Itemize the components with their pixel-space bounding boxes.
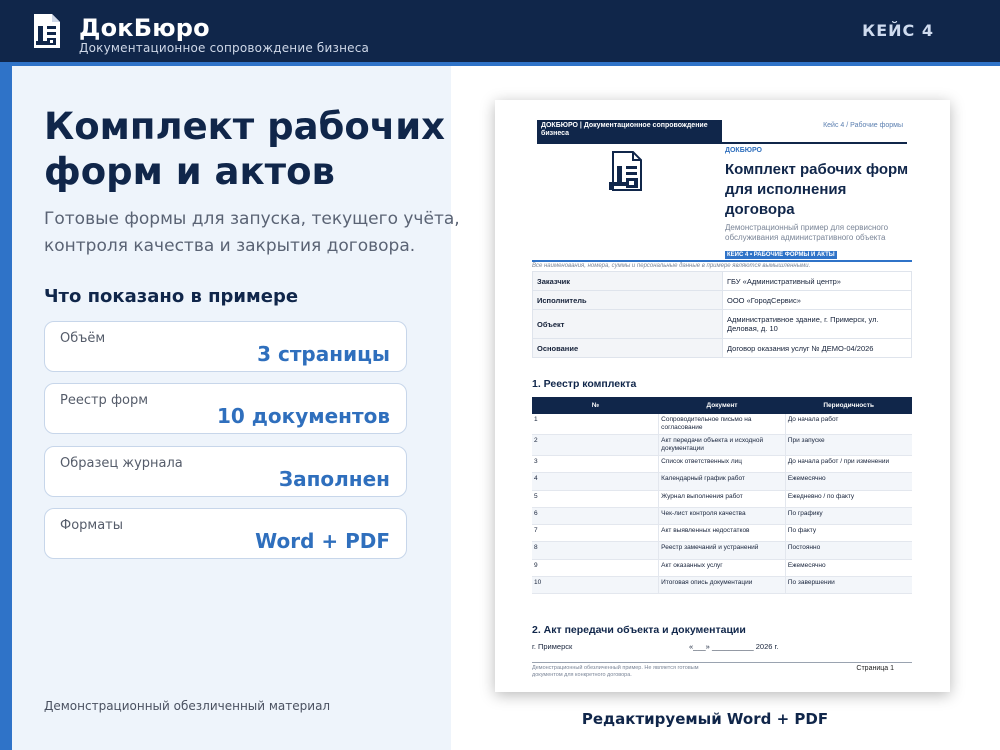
cell-period: По факту [784,524,912,543]
cell-period: До начала работ [784,414,912,435]
stat-card-registry: Реестр форм 10 документов [44,383,407,434]
column-header: Периодичность [785,397,912,414]
doc-logo-icon [609,151,642,191]
doc-footer-note: Демонстрационный обезличенный пример. Не… [532,665,699,678]
brand-tagline: Документационное сопровождение бизнеса [79,41,370,55]
info-value: Договор оказания услуг № ДЕМО-04/2026 [722,338,912,358]
doc-page-number: Страница 1 [856,665,894,672]
cell-number: 5 [532,490,659,508]
stat-value: 3 страницы [257,342,390,366]
top-bar: ДокБюро Документационное сопровождение б… [0,0,1000,62]
cell-number: 3 [532,455,659,474]
table-row: 1 Сопроводительное письмо на согласование… [532,414,912,435]
disclaimer: Демонстрационный обезличенный материал [44,699,331,713]
section-heading-registry: 1. Реестр комплекта [532,378,637,390]
cell-document: Итоговая опись документации [658,576,786,595]
cell-period: Ежедневно / по факту [784,490,912,508]
column-header: Документ [658,397,786,414]
doc-tag: КЕЙС 4 • РАБОЧИЕ ФОРМЫ И АКТЫ [725,251,837,259]
table-row: 3 Список ответственных лиц До начала работ… [532,455,912,474]
info-value: ГБУ «Административный центр» [722,271,912,291]
stat-card-journal: Образец журнала Заполнен [44,446,407,497]
stat-label: Образец журнала [60,456,183,471]
registry-table: № Документ Периодичность 1 Сопроводительн… [532,397,912,595]
info-value: Административное здание, г. Примерск, ул… [722,309,912,339]
cell-number: 7 [532,524,659,543]
info-key: Заказчик [532,271,723,291]
cell-number: 6 [532,507,659,526]
stat-value: Word + PDF [255,529,390,553]
cell-period: При запуске [784,434,912,456]
info-key: Объект [532,309,723,339]
table-row: 9 Акт оказанных услуг Ежемесячно [532,559,912,578]
stat-value: 10 документов [216,404,390,428]
table-row: 5 Журнал выполнения работ Ежедневно / по ф… [532,490,912,508]
brand-name: ДокБюро [79,14,210,42]
cell-number: 8 [532,541,659,560]
cell-period: До начала работ / при изменении [784,455,912,474]
doc-title: Комплект рабочих форм для исполнения дог… [725,161,909,218]
cell-number: 4 [532,472,659,491]
cell-document: Список ответственных лиц [658,455,786,474]
section-heading-act: 2. Акт передачи объекта и документации [532,624,746,636]
info-key: Основание [532,338,723,358]
cell-number: 10 [532,576,659,595]
info-table: Заказчик ГБУ «Административный центр» Исп… [532,271,912,358]
doc-divider [532,260,912,262]
stat-label: Объём [60,331,106,346]
doc-brand: ДОКБЮРО [725,147,762,154]
left-accent-stripe [0,62,12,750]
case-label: КЕЙС 4 [862,21,934,40]
doc-footer-divider [532,662,912,663]
cell-document: Журнал выполнения работ [658,490,786,508]
cell-period: По графику [784,507,912,526]
info-key: Исполнитель [532,290,723,310]
cell-document: Сопроводительное письмо на согласование [658,414,786,435]
cell-document: Чек-лист контроля качества [658,507,786,526]
cell-document: Акт передачи объекта и исходной документ… [658,434,786,456]
table-row: 2 Акт передачи объекта и исходной докумен… [532,434,912,456]
info-value: ООО «ГородСервис» [722,290,912,310]
cell-period: По завершении [784,576,912,595]
stat-value: Заполнен [278,467,390,491]
cell-document: Календарный график работ [658,472,786,491]
doc-city: г. Примерск [532,642,573,651]
cell-period: Ежемесячно [784,472,912,491]
cell-number: 2 [532,434,659,456]
cell-document: Реестр замечаний и устранений [658,541,786,560]
section-title: Что показано в примере [44,286,299,307]
stat-label: Реестр форм [60,393,149,408]
table-row: 10 Итоговая опись документации По завершен… [532,576,912,595]
stat-label: Форматы [60,518,124,533]
doc-date: «___» __________ 2026 г. [689,642,779,651]
column-header: № [532,397,659,414]
table-row: 6 Чек-лист контроля качества По графику [532,507,912,526]
document-preview: ДОКБЮРО | Документационное сопровождение… [495,100,950,692]
cell-number: 9 [532,559,659,578]
page-subtitle: Готовые формы для запуска, текущего учёт… [44,209,460,256]
doc-header-case: Кейс 4 / Рабочие формы [823,122,903,129]
cell-number: 1 [532,414,659,435]
doc-header: ДОКБЮРО | Документационное сопровождение… [537,120,907,144]
preview-caption: Редактируемый Word + PDF [581,710,829,728]
stat-card-volume: Объём 3 страницы [44,321,407,372]
cell-document: Акт выявленных недостатков [658,524,786,543]
stat-card-formats: Форматы Word + PDF [44,508,407,559]
table-row: 8 Реестр замечаний и устранений Постоянно [532,541,912,560]
doc-title-block: ДОКБЮРО Комплект рабочих форм для исполн… [725,147,920,261]
doc-header-brand: ДОКБЮРО | Документационное сопровождение… [537,120,722,144]
page-title: Комплект рабочих форм и актов [44,105,446,193]
cell-period: Постоянно [784,541,912,560]
cell-document: Акт оказанных услуг [658,559,786,578]
table-row: 4 Календарный график работ Ежемесячно [532,472,912,491]
table-row: 7 Акт выявленных недостатков По факту [532,524,912,543]
logo-icon [34,14,60,48]
doc-subtitle: Демонстрационный пример для сервисного о… [725,223,889,242]
cell-period: Ежемесячно [784,559,912,578]
doc-note: Все наименования, номера, суммы и персон… [532,263,811,269]
